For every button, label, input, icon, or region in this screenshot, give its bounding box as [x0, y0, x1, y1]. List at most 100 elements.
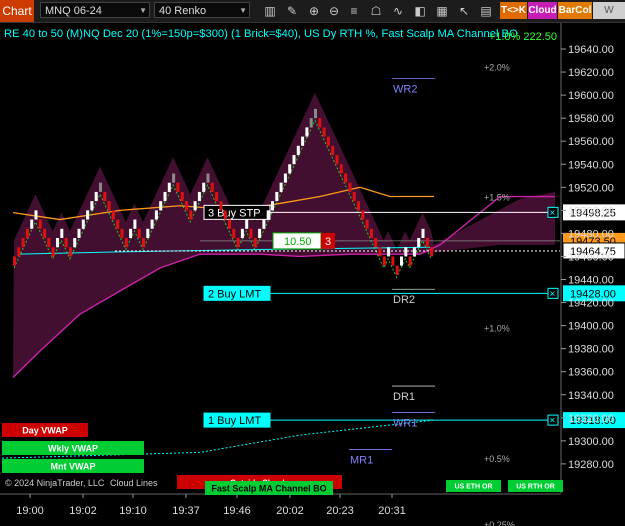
- percent-level-label: +0.5%: [484, 454, 510, 464]
- chart-menu-button[interactable]: Chart: [0, 0, 34, 22]
- pivot-label: WR1: [393, 418, 417, 430]
- renko-brick: [296, 145, 300, 156]
- renko-brick: [344, 173, 348, 183]
- price-tick-label: 19580.00: [568, 113, 614, 125]
- close-x-glyph: ×: [550, 416, 556, 427]
- properties-icon[interactable]: ≡: [346, 3, 362, 19]
- renko-brick: [369, 228, 373, 238]
- renko-brick: [279, 182, 283, 192]
- renko-brick: [13, 256, 16, 266]
- hide-icon[interactable]: ▤: [478, 3, 494, 19]
- renko-brick: [193, 201, 197, 211]
- renko-brick: [77, 228, 81, 238]
- renko-brick: [417, 238, 421, 248]
- price-tick-label: 19500.00: [568, 205, 614, 217]
- renko-brick: [408, 256, 412, 266]
- vwap-button[interactable]: W VWA: [593, 2, 625, 33]
- chevron-down-icon: ▼: [239, 6, 247, 15]
- price-tick-label: 19320.00: [568, 413, 614, 425]
- renko-brick: [421, 228, 425, 238]
- renko-brick: [391, 256, 395, 266]
- renko-brick: [215, 191, 219, 202]
- renko-brick: [245, 219, 249, 229]
- bar-chart-icon[interactable]: ▥: [262, 3, 278, 19]
- renko-brick: [68, 247, 72, 257]
- renko-brick: [116, 219, 120, 229]
- renko-brick: [361, 210, 365, 220]
- arrow-icon[interactable]: ↖: [456, 3, 472, 19]
- toolbar: Chart MNQ 06-24 ▼ 40 Renko ▼ ▥ ✎ ⊕ ⊖ ≡ ☖…: [0, 0, 625, 33]
- price-tick-label: 19340.00: [568, 390, 614, 402]
- price-tick-label: 19420.00: [568, 298, 614, 310]
- renko-brick: [38, 219, 42, 229]
- renko-brick: [99, 182, 102, 192]
- time-tick-label: 19:02: [69, 505, 97, 517]
- renko-brick: [81, 219, 85, 229]
- price-tick-label: 19540.00: [568, 159, 614, 171]
- renko-brick: [154, 210, 158, 220]
- renko-brick: [86, 210, 90, 220]
- renko-brick: [51, 247, 55, 257]
- price-tick-label: 19280.00: [568, 459, 614, 471]
- indicators-icon[interactable]: ∿: [390, 3, 406, 19]
- renko-brick: [292, 155, 296, 165]
- cloud-button[interactable]: Cloud: [528, 2, 557, 19]
- renko-brick: [180, 191, 184, 202]
- drawing-tools-icon[interactable]: ✎: [284, 3, 300, 19]
- zoom-out-icon[interactable]: ⊖: [326, 3, 342, 19]
- renko-brick: [387, 247, 391, 257]
- renko-brick: [365, 219, 369, 229]
- renko-brick: [322, 127, 326, 137]
- price-chart[interactable]: 3 Buy STP × 19498.252 Buy LMT × 19428.001 Bu…: [0, 23, 625, 526]
- indicator-badge-text: US ETH OR: [454, 484, 492, 491]
- barcol-button[interactable]: BarCol: [558, 2, 592, 19]
- renko-brick: [266, 210, 270, 220]
- bar-type-selector[interactable]: 40 Renko ▼: [154, 2, 250, 18]
- renko-brick: [56, 238, 59, 248]
- tk-button[interactable]: T<>K: [500, 2, 527, 19]
- renko-brick: [326, 136, 330, 146]
- price-tick-label: 19620.00: [568, 67, 614, 79]
- indicator-badge-text: Day VWAP: [22, 426, 68, 436]
- indicator-badge-text: Wkly VWAP: [48, 444, 98, 454]
- time-tick-label: 20:02: [276, 505, 304, 517]
- zoom-in-icon[interactable]: ⊕: [306, 3, 322, 19]
- price-tick-label: 19600.00: [568, 90, 614, 102]
- price-tick-label: 19440.00: [568, 275, 614, 287]
- renko-brick: [64, 238, 68, 248]
- renko-brick: [348, 182, 352, 192]
- renko-brick: [197, 191, 201, 202]
- percent-level-label: +1.5%: [484, 193, 510, 203]
- strategies-icon[interactable]: ☖: [368, 3, 384, 19]
- renko-brick: [314, 108, 317, 119]
- renko-brick: [283, 173, 287, 183]
- renko-brick: [202, 182, 206, 192]
- renko-brick: [172, 173, 176, 183]
- renko-brick: [262, 219, 266, 229]
- price-tick-label: 19400.00: [568, 321, 614, 333]
- pivot-label: DR2: [393, 294, 415, 306]
- position-qty-text: 3: [325, 236, 331, 248]
- renko-brick: [223, 210, 227, 220]
- data-box-icon[interactable]: ▦: [434, 3, 450, 19]
- time-tick-label: 19:46: [223, 505, 251, 517]
- renko-brick: [189, 210, 193, 220]
- order-label-text: 1 Buy LMT: [208, 415, 261, 427]
- renko-brick: [400, 256, 403, 266]
- renko-brick: [412, 247, 416, 257]
- percent-level-label: +2.0%: [484, 62, 510, 72]
- renko-brick: [137, 228, 141, 238]
- renko-brick: [395, 265, 399, 275]
- renko-brick: [425, 238, 429, 248]
- percent-level-label: +0.25%: [484, 520, 515, 526]
- indicator-badge-text: Mnt VWAP: [51, 462, 96, 472]
- renko-brick: [124, 238, 128, 248]
- renko-brick: [275, 191, 279, 202]
- order-label-text: 2 Buy LMT: [208, 288, 261, 300]
- renko-brick: [357, 201, 360, 211]
- lock-icon[interactable]: ◧: [412, 3, 428, 19]
- renko-brick: [382, 256, 386, 266]
- pivot-label: MR1: [350, 454, 373, 466]
- renko-brick: [378, 247, 382, 257]
- instrument-selector[interactable]: MNQ 06-24 ▼: [40, 2, 150, 18]
